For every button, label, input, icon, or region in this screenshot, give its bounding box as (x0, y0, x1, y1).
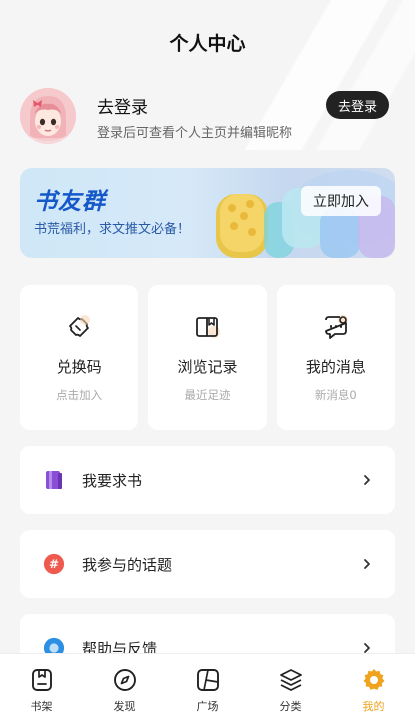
tab-plaza[interactable]: 广场 (166, 654, 249, 725)
tab-categories[interactable]: 分类 (249, 654, 332, 725)
hashtag-icon: # (43, 553, 65, 575)
card-sublabel: 新消息0 (314, 388, 357, 402)
card-sublabel: 点击加入 (56, 388, 103, 402)
ticket-icon (63, 311, 95, 343)
bottom-tab-bar: 书架 发现 广场 分类 我的 (0, 653, 415, 725)
profile-name[interactable]: 去登录 (97, 93, 148, 118)
card-label: 兑换码 (56, 358, 102, 376)
book-request-icon (43, 469, 65, 491)
card-sublabel: 最近足迹 (184, 388, 231, 402)
browse-history-card[interactable]: 浏览记录 最近足迹 (148, 285, 267, 430)
tab-mine[interactable]: 我的 (332, 654, 415, 725)
redeem-code-card[interactable]: 兑换码 点击加入 (20, 285, 139, 430)
chevron-right-icon (361, 558, 373, 570)
message-icon (320, 311, 352, 343)
tab-label: 分类 (279, 700, 302, 713)
my-messages-card[interactable]: 我的消息 新消息0 (276, 285, 395, 430)
square-icon (194, 666, 222, 694)
request-book-row[interactable]: 我要求书 (20, 446, 395, 514)
avatar[interactable] (20, 88, 76, 144)
card-label: 我的消息 (305, 358, 366, 376)
profile-description: 登录后可查看个人主页并编辑昵称 (97, 126, 293, 141)
tab-label: 发现 (113, 700, 136, 713)
reader-group-banner[interactable]: 书友群 书荒福利，求文推文必备！ 立即加入 (20, 168, 395, 258)
join-now-button[interactable]: 立即加入 (301, 186, 381, 216)
banner-title: 书友群 (34, 189, 106, 215)
banner-subtitle: 书荒福利，求文推文必备！ (34, 222, 191, 237)
row-label: 我要求书 (82, 471, 143, 490)
tab-label: 我的 (362, 700, 385, 713)
login-button[interactable]: 去登录 (325, 91, 389, 119)
compass-icon (111, 666, 139, 694)
svg-text:#: # (49, 557, 59, 571)
avatar-illustration-icon (20, 88, 76, 144)
tab-label: 广场 (196, 700, 219, 713)
page-header: 个人中心 (0, 0, 415, 80)
tab-bookshelf[interactable]: 书架 (0, 654, 83, 725)
page-title: 个人中心 (169, 32, 246, 55)
row-label: 我参与的话题 (82, 555, 173, 574)
card-label: 浏览记录 (177, 358, 238, 376)
gear-icon (360, 666, 388, 694)
bookshelf-icon (28, 666, 56, 694)
book-open-icon (191, 311, 223, 343)
profile-section: 去登录 登录后可查看个人主页并编辑昵称 去登录 (20, 88, 395, 148)
layers-icon (277, 666, 305, 694)
my-topics-row[interactable]: # 我参与的话题 (20, 530, 395, 598)
chevron-right-icon (361, 474, 373, 486)
tab-label: 书架 (30, 700, 53, 713)
quick-actions-grid: 兑换码 点击加入 浏览记录 最近足迹 我的消息 新消息0 (20, 285, 395, 430)
tab-discover[interactable]: 发现 (83, 654, 166, 725)
